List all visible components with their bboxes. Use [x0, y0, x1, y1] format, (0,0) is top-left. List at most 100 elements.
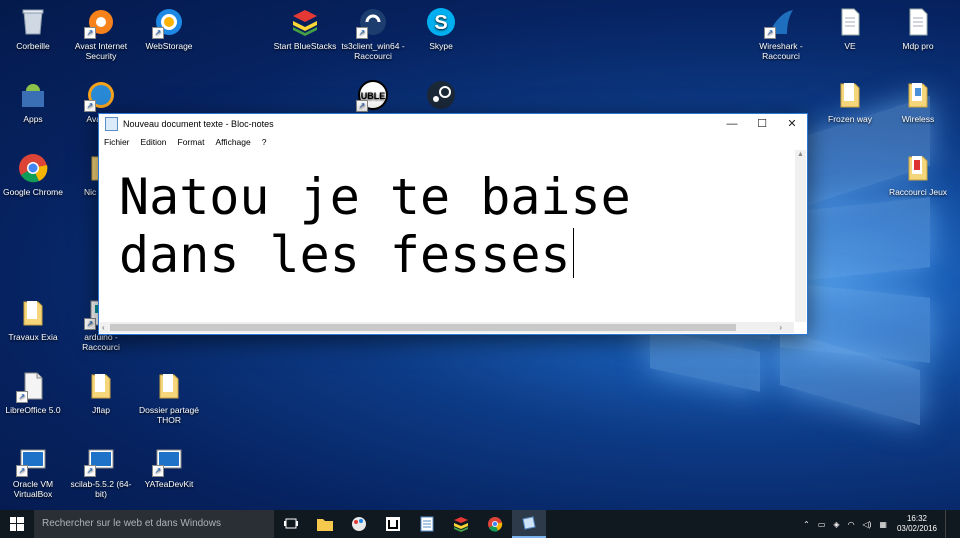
- skype-icon: S: [425, 6, 457, 38]
- scroll-up-icon[interactable]: ▲: [795, 150, 806, 160]
- scroll-left-icon[interactable]: ‹: [102, 322, 105, 333]
- desktop-icon-skype[interactable]: S Skype: [405, 6, 477, 51]
- maximize-button[interactable]: ☐: [747, 114, 777, 134]
- menu-edition[interactable]: Edition: [141, 137, 167, 147]
- taskbar-notepad-active[interactable]: [512, 510, 546, 538]
- folder-icon: [153, 370, 185, 402]
- desktop-icon-corbeille[interactable]: Corbeille: [0, 6, 69, 51]
- window-title: Nouveau document texte - Bloc-notes: [123, 119, 274, 129]
- clock-date: 03/02/2016: [896, 524, 937, 533]
- globe-icon: ↗: [84, 79, 117, 112]
- desktop-icon-raccourci-jeux[interactable]: Raccourci Jeux: [882, 152, 954, 197]
- desktop-icon-ts3[interactable]: ↗ ts3client_win64 - Raccourci: [337, 6, 409, 61]
- text-caret: [572, 228, 574, 278]
- window-titlebar[interactable]: Nouveau document texte - Bloc-notes — ☐ …: [99, 114, 807, 134]
- taskbar-notepad[interactable]: [410, 510, 444, 538]
- app-window-icon: ↗: [152, 444, 185, 477]
- folder-icon: [317, 519, 333, 531]
- desktop-icon-apps[interactable]: Apps: [0, 79, 69, 124]
- taskbar: Rechercher sur le web et dans Windows ⌃ …: [0, 510, 960, 538]
- notepad-icon: [420, 516, 434, 532]
- bluestacks-icon: [454, 517, 468, 532]
- desktop-icon-virtualbox[interactable]: ↗ Oracle VM VirtualBox: [0, 444, 69, 499]
- text-file-icon: [902, 6, 934, 38]
- desktop-icon-steam[interactable]: [405, 79, 477, 114]
- task-view-icon: [284, 518, 298, 529]
- uble-icon: [386, 517, 400, 531]
- svg-text:S: S: [434, 12, 447, 34]
- taskbar-task-view[interactable]: [274, 510, 308, 538]
- notepad-window[interactable]: Nouveau document texte - Bloc-notes — ☐ …: [98, 113, 808, 335]
- notepad-icon: [522, 516, 536, 530]
- text-file-icon: [834, 6, 866, 38]
- desktop-icon-wireshark[interactable]: ↗ Wireshark - Raccourci: [745, 6, 817, 61]
- dropbox-icon[interactable]: ◈: [833, 520, 839, 529]
- wireshark-icon: ↗: [764, 6, 797, 39]
- menu-format[interactable]: Format: [178, 137, 205, 147]
- folder-icon: [85, 370, 117, 402]
- search-box[interactable]: Rechercher sur le web et dans Windows: [34, 510, 274, 538]
- desktop-icon-scilab[interactable]: ↗ scilab-5.5.2 (64-bit): [65, 444, 137, 499]
- horizontal-scrollbar[interactable]: ‹ ›: [100, 322, 794, 333]
- android-icon: [17, 79, 49, 111]
- keyboard-icon[interactable]: ▦: [879, 520, 887, 529]
- menu-bar: Fichier Edition Format Affichage ?: [99, 134, 807, 149]
- windows-logo-icon: [10, 517, 24, 531]
- menu-fichier[interactable]: Fichier: [104, 137, 130, 147]
- avast-icon: ↗: [84, 6, 117, 39]
- taskbar-uble[interactable]: [376, 510, 410, 538]
- desktop-icon-chrome[interactable]: Google Chrome: [0, 152, 69, 197]
- editor-text: Natou je te baise dans les fesses: [119, 168, 631, 284]
- desktop-icon-libreoffice[interactable]: ↗ LibreOffice 5.0: [0, 370, 69, 415]
- horizontal-scroll-thumb[interactable]: [110, 324, 736, 331]
- close-button[interactable]: ✕: [777, 114, 807, 134]
- libreoffice-icon: ↗: [16, 370, 49, 403]
- chrome-icon: [17, 152, 49, 184]
- start-button[interactable]: [0, 510, 34, 538]
- desktop-icon-uble[interactable]: UBLE ↗: [337, 79, 409, 114]
- system-tray: ⌃ ▭ ◈ ◠ ◁) ▦ 16:32 03/02/2016: [799, 510, 960, 538]
- minimize-button[interactable]: —: [717, 114, 747, 134]
- desktop-icon-jflap[interactable]: Jflap: [65, 370, 137, 415]
- clock[interactable]: 16:32 03/02/2016: [897, 514, 937, 534]
- battery-icon[interactable]: ▭: [818, 520, 826, 529]
- chevron-up-icon[interactable]: ⌃: [803, 520, 810, 529]
- wifi-icon[interactable]: ◠: [848, 520, 855, 529]
- app-window-icon: ↗: [16, 444, 49, 477]
- clock-time: 16:32: [906, 514, 927, 523]
- taskbar-chrome[interactable]: [478, 510, 512, 538]
- folder-icon: [902, 79, 934, 111]
- steam-icon: [425, 79, 457, 111]
- teamspeak-icon: ↗: [356, 6, 389, 39]
- desktop-icon-bluestacks[interactable]: Start BlueStacks: [269, 6, 341, 51]
- show-desktop-button[interactable]: [945, 510, 960, 538]
- taskbar-paint[interactable]: [342, 510, 376, 538]
- app-window-icon: ↗: [84, 444, 117, 477]
- desktop-icon-travaux-exia[interactable]: Travaux Exia: [0, 297, 69, 342]
- text-editor[interactable]: Natou je te baise dans les fesses: [101, 150, 793, 324]
- bluestacks-icon: [289, 6, 321, 38]
- menu-affichage[interactable]: Affichage: [215, 137, 250, 147]
- desktop-icon-webstorage[interactable]: ↗ WebStorage: [133, 6, 205, 51]
- desktop-icon-yateadevkit[interactable]: ↗ YATeaDevKit: [133, 444, 205, 489]
- folder-icon: [902, 152, 934, 184]
- folder-icon: [834, 79, 866, 111]
- desktop-icon-wireless[interactable]: Wireless: [882, 79, 954, 124]
- desktop-icon-frozen-way[interactable]: Frozen way: [814, 79, 886, 124]
- vertical-scrollbar[interactable]: ▲: [795, 150, 806, 322]
- folder-icon: [17, 297, 49, 329]
- notepad-icon: [105, 117, 118, 131]
- volume-icon[interactable]: ◁): [863, 520, 872, 529]
- taskbar-bluestacks[interactable]: [444, 510, 478, 538]
- chrome-icon: [488, 517, 503, 532]
- desktop-icon-dossier-thor[interactable]: Dossier partagé THOR: [133, 370, 205, 425]
- scroll-right-icon[interactable]: ›: [779, 322, 782, 333]
- desktop-icon-ve[interactable]: VE: [814, 6, 886, 51]
- uble-icon: UBLE ↗: [356, 79, 389, 112]
- desktop-icon-avast[interactable]: ↗ Avast Internet Security: [65, 6, 137, 61]
- menu-help[interactable]: ?: [262, 137, 267, 147]
- taskbar-file-explorer[interactable]: [308, 510, 342, 538]
- paint-icon: [352, 517, 366, 531]
- desktop-icon-mdp-pro[interactable]: Mdp pro: [882, 6, 954, 51]
- webstorage-icon: ↗: [152, 6, 185, 39]
